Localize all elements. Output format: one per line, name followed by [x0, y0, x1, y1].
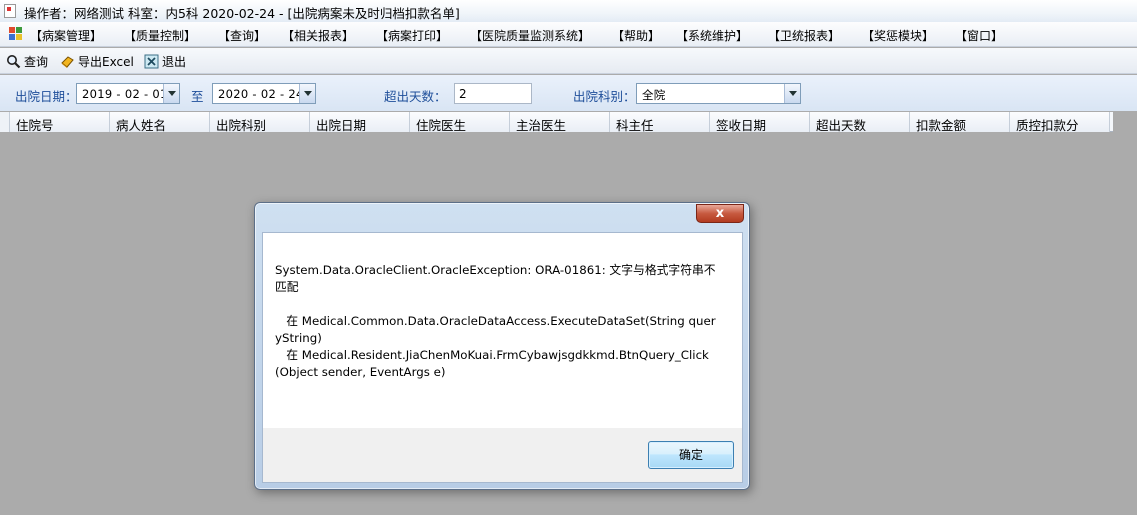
menu-medical-records[interactable]: 【病案管理】 — [30, 27, 102, 44]
col-overdue-days[interactable]: 超出天数 — [810, 112, 910, 132]
col-deduction-amount[interactable]: 扣款金额 — [910, 112, 1010, 132]
magnifier-icon — [6, 54, 21, 69]
toolbar: 查询 导出Excel 退出 — [0, 48, 1137, 74]
col-dept-head[interactable]: 科主任 — [610, 112, 710, 132]
grid-header: 住院号 病人姓名 出院科别 出院日期 住院医生 主治医生 科主任 签收日期 超出… — [0, 112, 1113, 132]
col-attending-doctor[interactable]: 主治医生 — [510, 112, 610, 132]
col-sign-date[interactable]: 签收日期 — [710, 112, 810, 132]
col-discharge-dept[interactable]: 出院科别 — [210, 112, 310, 132]
row-header-corner — [0, 112, 10, 132]
window-title: 操作者：网络测试 科室：内5科 2020-02-24 - [出院病案未及时归档扣… — [24, 6, 460, 21]
menu-quality-control[interactable]: 【质量控制】 — [124, 27, 196, 44]
overdue-days-input[interactable]: 2 — [454, 83, 532, 104]
col-admission-no[interactable]: 住院号 — [10, 112, 110, 132]
exit-icon — [144, 54, 159, 69]
dialog-body: System.Data.OracleClient.OracleException… — [262, 232, 743, 428]
menu-system-maintenance[interactable]: 【系统维护】 — [676, 27, 748, 44]
menu-rewards-penalties[interactable]: 【奖惩模块】 — [862, 27, 934, 44]
col-patient-name[interactable]: 病人姓名 — [110, 112, 210, 132]
menu-query[interactable]: 【查询】 — [218, 27, 266, 44]
close-icon: x — [715, 206, 725, 221]
error-dialog: x System.Data.OracleClient.OracleExcepti… — [254, 202, 750, 490]
date-to-picker[interactable]: 2020 - 02 - 24 — [212, 83, 316, 104]
query-label: 查询 — [24, 54, 49, 69]
col-discharge-date[interactable]: 出院日期 — [310, 112, 410, 132]
export-label: 导出Excel — [78, 54, 134, 69]
exit-button[interactable]: 退出 — [144, 52, 186, 70]
date-to-value: 2020 - 02 - 24 — [218, 87, 304, 101]
chevron-down-icon[interactable] — [163, 84, 179, 103]
date-from-picker[interactable]: 2019 - 02 - 01 — [76, 83, 180, 104]
menu-bar: 【病案管理】 【质量控制】 【查询】 【相关报表】 【病案打印】 【医院质量监测… — [0, 22, 1137, 47]
error-message: System.Data.OracleClient.OracleException… — [275, 263, 716, 379]
overdue-days-value: 2 — [459, 87, 467, 101]
window-title-bar: 操作者：网络测试 科室：内5科 2020-02-24 - [出院病案未及时归档扣… — [0, 0, 1137, 22]
menu-help[interactable]: 【帮助】 — [612, 27, 660, 44]
col-resident-doctor[interactable]: 住院医生 — [410, 112, 510, 132]
query-button[interactable]: 查询 — [6, 52, 48, 70]
discharge-date-label: 出院日期： — [15, 89, 78, 104]
exit-label: 退出 — [162, 54, 187, 69]
filter-bar: 出院日期： 2019 - 02 - 01 至 2020 - 02 - 24 超出… — [0, 75, 1137, 111]
mdi-window-icon[interactable] — [9, 27, 23, 41]
menu-health-stats-reports[interactable]: 【卫统报表】 — [768, 27, 840, 44]
menu-window[interactable]: 【窗口】 — [955, 27, 1003, 44]
app-icon — [4, 4, 16, 18]
export-excel-button[interactable]: 导出Excel — [60, 52, 134, 70]
dialog-footer: 确定 — [262, 428, 743, 483]
menu-reports[interactable]: 【相关报表】 — [282, 27, 354, 44]
ok-button[interactable]: 确定 — [648, 441, 734, 469]
chevron-down-icon[interactable] — [299, 84, 315, 103]
discharge-dept-value: 全院 — [642, 88, 666, 102]
discharge-dept-select[interactable]: 全院 — [636, 83, 801, 104]
to-label: 至 — [191, 89, 204, 104]
menu-quality-monitoring[interactable]: 【医院质量监测系统】 — [470, 27, 590, 44]
chevron-down-icon[interactable] — [784, 84, 800, 103]
discharge-dept-label: 出院科别： — [573, 89, 636, 104]
eraser-icon — [60, 54, 75, 69]
date-from-value: 2019 - 02 - 01 — [82, 87, 168, 101]
col-qc-deduction-score[interactable]: 质控扣款分 — [1010, 112, 1110, 132]
overdue-days-label: 超出天数： — [384, 89, 447, 104]
dialog-close-button[interactable]: x — [696, 204, 744, 223]
menu-record-print[interactable]: 【病案打印】 — [376, 27, 448, 44]
